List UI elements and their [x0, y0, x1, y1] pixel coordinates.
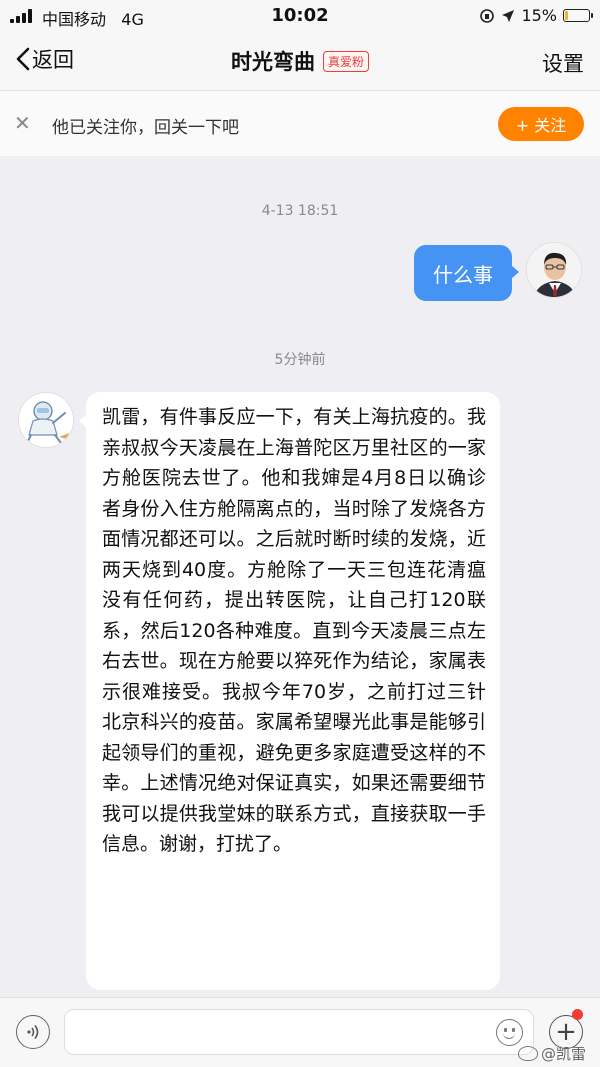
message-timestamp: 4-13 18:51: [261, 203, 339, 219]
page-title: 时光弯曲: [230, 50, 315, 74]
voice-icon: [27, 1025, 39, 1039]
follow-button[interactable]: + 关注: [498, 107, 584, 141]
cartoon-avatar-icon: [19, 393, 73, 447]
outgoing-message-bubble[interactable]: 什么事: [414, 245, 519, 301]
battery-icon: [563, 9, 593, 22]
follow-prompt-text: 他已关注你，回关一下吧: [52, 118, 239, 138]
sender-avatar[interactable]: [18, 392, 74, 448]
message-input-box[interactable]: [64, 1009, 534, 1055]
fan-badge: 真爱粉: [322, 50, 369, 72]
notification-dot: [572, 1009, 583, 1020]
lock-rotation-icon: [480, 8, 495, 23]
watermark-text: @凯雷: [540, 1045, 586, 1063]
person-avatar-icon: [527, 243, 581, 297]
my-avatar[interactable]: [526, 242, 582, 298]
nav-bar: 返回 时光弯曲 真爱粉 设置: [0, 34, 600, 90]
voice-button[interactable]: [16, 1015, 50, 1049]
status-bar: 中国移动 4G 10:02 15%: [0, 0, 600, 34]
input-bar: + @凯雷: [0, 997, 600, 1067]
weibo-logo-icon: [517, 1046, 538, 1061]
message-timestamp: 5分钟前: [274, 352, 326, 368]
watermark: @凯雷: [517, 1043, 586, 1064]
location-icon: [502, 9, 515, 22]
battery-percent: 15%: [521, 6, 557, 25]
emoji-icon[interactable]: [496, 1019, 523, 1046]
settings-button[interactable]: 设置: [542, 48, 584, 78]
follow-banner: ✕ 他已关注你，回关一下吧 + 关注: [0, 90, 600, 156]
message-input[interactable]: [77, 1010, 487, 1054]
incoming-message-bubble[interactable]: 凯雷，有件事反应一下，有关上海抗疫的。我亲叔叔今天凌晨在上海普陀区万里社区的一家…: [79, 392, 500, 990]
close-icon[interactable]: ✕: [14, 111, 31, 135]
